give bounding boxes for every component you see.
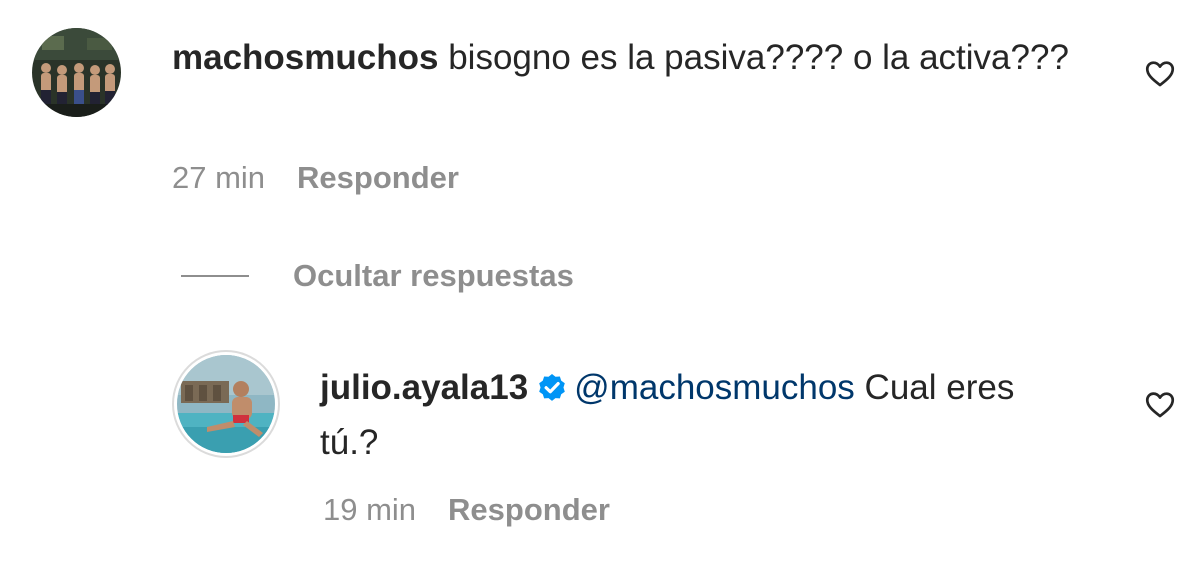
reply-username[interactable]: julio.ayala13	[320, 368, 528, 407]
reply-avatar-photo	[177, 355, 275, 453]
reply-timestamp[interactable]: 19 min	[323, 492, 416, 527]
comment-timestamp[interactable]: 27 min	[172, 160, 265, 195]
mention-link[interactable]: @machosmuchos	[574, 368, 855, 407]
reply-avatar[interactable]	[177, 355, 275, 453]
toggle-divider	[181, 275, 249, 277]
hide-replies-label: Ocultar respuestas	[293, 258, 574, 293]
reply-meta: 19 min Responder	[323, 492, 610, 528]
comment-meta: 27 min Responder	[172, 160, 459, 196]
avatar-photo	[32, 28, 121, 117]
reply-body: julio.ayala13 @machosmuchos Cual eres tú.…	[320, 363, 1080, 468]
comment-username[interactable]: machosmuchos	[172, 38, 438, 77]
like-heart-icon[interactable]	[1143, 56, 1177, 90]
comment-body: machosmuchos bisogno es la pasiva???? o …	[172, 33, 1072, 83]
reply-reply-button[interactable]: Responder	[448, 492, 610, 527]
reply-like-heart-icon[interactable]	[1143, 387, 1177, 421]
verified-badge-icon	[536, 368, 568, 418]
avatar[interactable]	[32, 28, 121, 117]
hide-replies-toggle[interactable]: Ocultar respuestas	[181, 254, 574, 298]
reply-button[interactable]: Responder	[297, 160, 459, 195]
comment-text: bisogno es la pasiva???? o la activa???	[448, 38, 1069, 77]
